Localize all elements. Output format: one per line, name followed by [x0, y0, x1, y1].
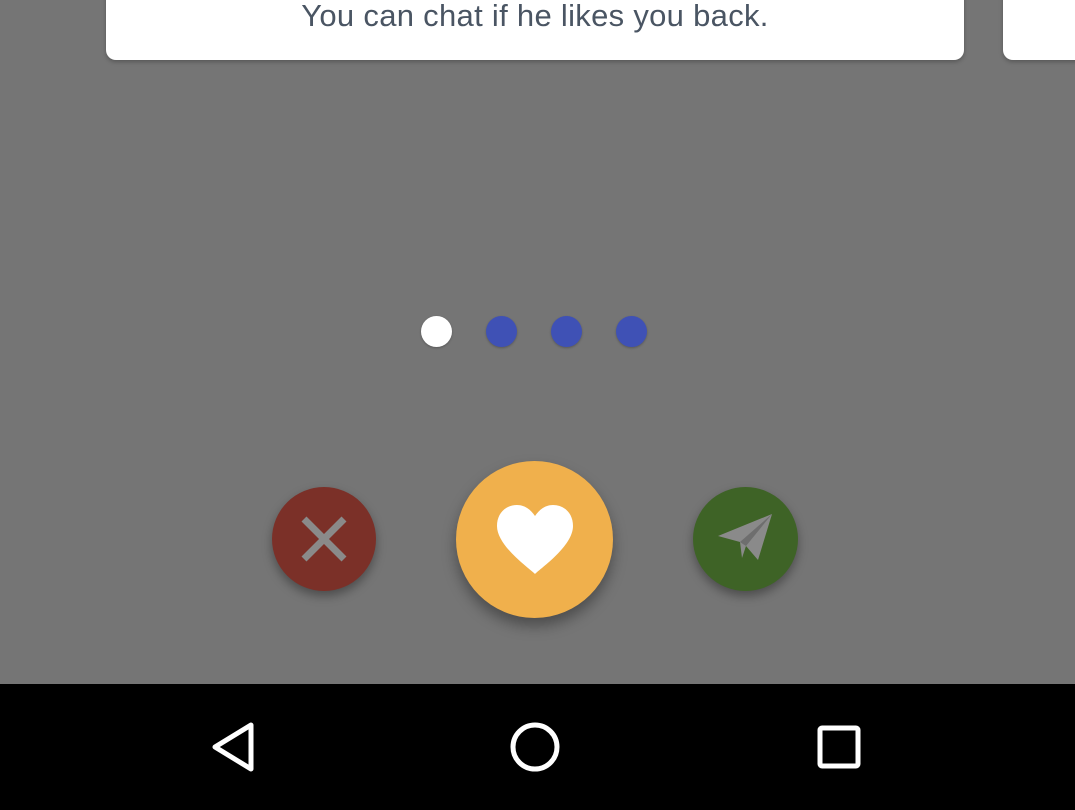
back-button[interactable]: [174, 684, 294, 810]
home-button[interactable]: [475, 684, 595, 810]
recents-button[interactable]: [779, 684, 899, 810]
dislike-button[interactable]: [272, 487, 376, 591]
back-triangle-icon: [212, 722, 254, 772]
heart-icon: [496, 504, 573, 574]
content-area: You can chat if he likes you back.: [0, 0, 1075, 684]
page-dot[interactable]: [551, 316, 582, 347]
card-message: You can chat if he likes you back.: [301, 0, 769, 33]
close-icon: [301, 516, 347, 562]
recents-square-icon: [817, 725, 861, 769]
paper-plane-icon: [717, 514, 772, 560]
page-dot[interactable]: [486, 316, 517, 347]
profile-card[interactable]: You can chat if he likes you back.: [106, 0, 964, 60]
page-indicator: [421, 316, 647, 347]
system-navigation-bar: [0, 684, 1075, 810]
screen: You can chat if he likes you back.: [0, 0, 1075, 810]
home-circle-icon: [510, 722, 560, 772]
page-dot[interactable]: [616, 316, 647, 347]
message-button[interactable]: [693, 487, 798, 591]
like-button[interactable]: [456, 461, 613, 618]
page-dot[interactable]: [421, 316, 452, 347]
next-profile-card[interactable]: [1003, 0, 1075, 60]
